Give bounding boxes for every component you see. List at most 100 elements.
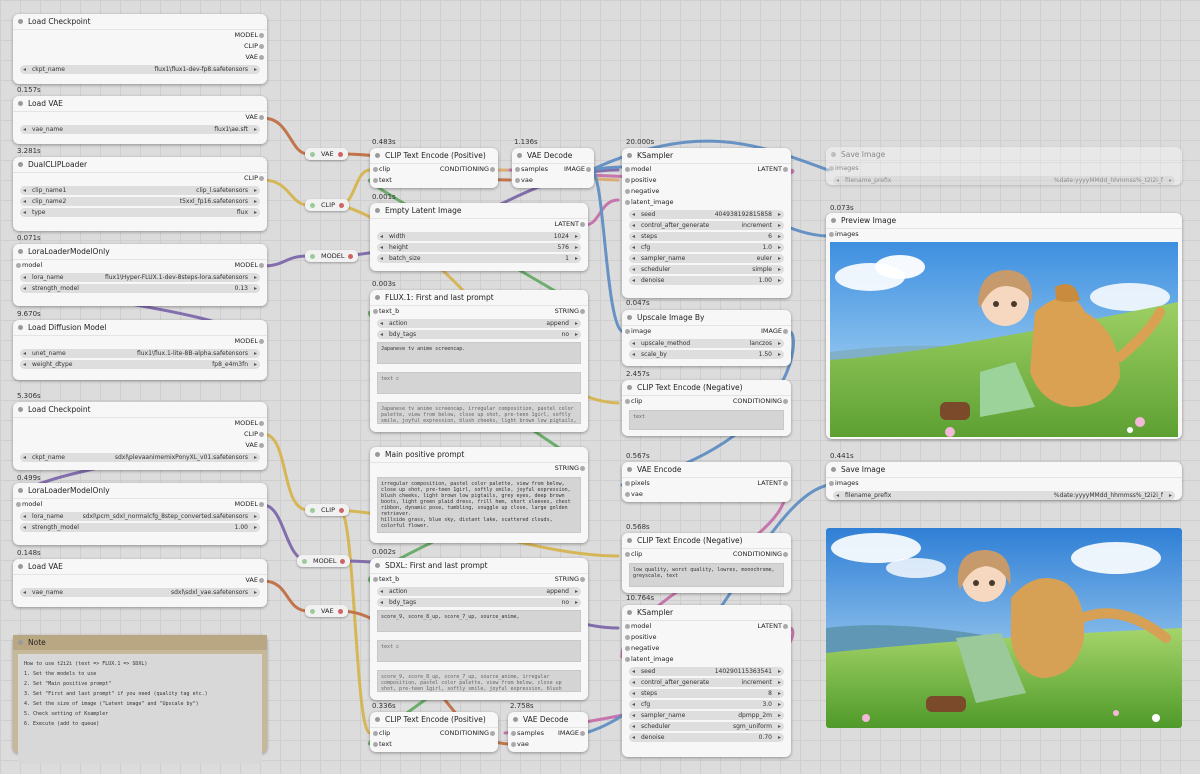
dual-clip-loader-node[interactable]: DualCLIPLoader CLIP clip_name1 clip_l.saf… xyxy=(13,157,267,231)
ksampler-flux-node[interactable]: KSampler model LATENT positive negative l… xyxy=(622,148,791,298)
node-title[interactable]: KSampler xyxy=(622,148,791,164)
input-text-b[interactable]: text_b xyxy=(372,306,399,317)
ksampler-sdxl-node[interactable]: KSampler model LATENT positive negative l… xyxy=(622,605,791,757)
vae-encode-node[interactable]: VAE Encode pixels LATENT vae xyxy=(622,462,791,502)
output-conditioning[interactable]: CONDITIONING xyxy=(733,549,789,560)
node-title[interactable]: Load Checkpoint xyxy=(13,14,267,30)
lora-name-widget[interactable]: lora_name sdxl\pcm_sdxl_normalcfg_8step_c… xyxy=(20,512,260,521)
cfg-widget[interactable]: cfg 3.0 xyxy=(629,700,784,709)
sdxl-first-last-prompt-node[interactable]: SDXL: First and last prompt text_b STRING… xyxy=(370,558,588,700)
output-image[interactable]: IMAGE xyxy=(564,164,592,175)
output-image[interactable]: IMAGE xyxy=(558,728,586,739)
last-prompt-textarea[interactable]: text c xyxy=(377,640,581,662)
input-image[interactable]: image xyxy=(624,326,651,337)
node-title[interactable]: Preview Image xyxy=(826,213,1182,229)
input-clip[interactable]: clip xyxy=(372,728,390,739)
input-images[interactable]: images xyxy=(829,163,859,174)
ckpt-name-widget[interactable]: ckpt_name flux1\flux1-dev-fp8.safetensors xyxy=(20,65,260,74)
vae-name-widget[interactable]: vae_name flux1\ae.sft xyxy=(20,125,260,134)
note-text[interactable]: How to use t2i2i (text => FLUX.1 => SDXL… xyxy=(18,654,262,764)
input-text[interactable]: text xyxy=(373,739,392,750)
control-after-generate-widget[interactable]: control_after_generate increment xyxy=(629,678,784,687)
input-clip[interactable]: clip xyxy=(372,164,390,175)
cfg-widget[interactable]: cfg 1.0 xyxy=(629,243,784,252)
output-clip[interactable]: CLIP xyxy=(244,41,264,52)
input-text[interactable]: text xyxy=(373,175,392,186)
bdy-tags-widget[interactable]: bdy_tags no xyxy=(377,330,581,339)
result-preview-textarea[interactable]: Japanese tv anime screencap, irregular c… xyxy=(377,402,581,424)
input-vae[interactable]: vae xyxy=(515,175,533,186)
input-images[interactable]: images xyxy=(829,478,859,489)
negative-prompt-textarea[interactable]: text xyxy=(629,410,784,430)
input-clip[interactable]: clip xyxy=(624,396,642,407)
batch-size-widget[interactable]: batch_size 1 xyxy=(377,254,581,263)
load-checkpoint-sdxl-node[interactable]: Load Checkpoint MODEL CLIP VAE ckpt_name… xyxy=(13,402,267,470)
output-vae[interactable]: VAE xyxy=(245,440,264,451)
input-pixels[interactable]: pixels xyxy=(625,478,650,489)
sampler-name-widget[interactable]: sampler_name euler xyxy=(629,254,784,263)
first-prompt-textarea[interactable]: score_9, score_8_up, score_7_up, source_… xyxy=(377,610,581,632)
node-title[interactable]: Load Checkpoint xyxy=(13,402,267,418)
seed-widget[interactable]: seed 140290115363541 xyxy=(629,667,784,676)
output-string[interactable]: STRING xyxy=(555,463,586,474)
input-samples[interactable]: samples xyxy=(514,164,548,175)
filename-prefix-widget[interactable]: filename_prefix %date:yyyyMMdd_hhmmss%_t2… xyxy=(833,176,1175,185)
output-conditioning[interactable]: CONDITIONING xyxy=(440,728,496,739)
scheduler-widget[interactable]: scheduler sgm_uniform xyxy=(629,722,784,731)
vae-decode-sdxl-node[interactable]: VAE Decode samples IMAGE vae xyxy=(508,712,588,752)
clip-text-encode-negative-flux-node[interactable]: CLIP Text Encode (Negative) clip CONDITIO… xyxy=(622,380,791,436)
node-title[interactable]: VAE Encode xyxy=(622,462,791,478)
upscale-image-by-node[interactable]: Upscale Image By image IMAGE upscale_meth… xyxy=(622,310,791,366)
output-vae[interactable]: VAE xyxy=(245,52,264,63)
node-title[interactable]: Load VAE xyxy=(13,559,267,575)
node-title[interactable]: LoraLoaderModelOnly xyxy=(13,244,267,260)
flux-first-last-prompt-node[interactable]: FLUX.1: First and last prompt text_b STRI… xyxy=(370,290,588,432)
input-model[interactable]: model xyxy=(624,164,651,175)
load-vae-flux-node[interactable]: Load VAE VAE vae_name flux1\ae.sft xyxy=(13,96,267,144)
first-prompt-textarea[interactable]: Japanese tv anime screencap. xyxy=(377,342,581,364)
height-widget[interactable]: height 576 xyxy=(377,243,581,252)
input-positive[interactable]: positive xyxy=(625,632,657,643)
control-after-generate-widget[interactable]: control_after_generate increment xyxy=(629,221,784,230)
main-prompt-textarea[interactable]: irregular composition, pastel color pale… xyxy=(377,477,581,533)
load-checkpoint-flux-node[interactable]: Load Checkpoint MODEL CLIP VAE ckpt_name… xyxy=(13,14,267,84)
output-latent[interactable]: LATENT xyxy=(757,164,788,175)
reroute-clip[interactable]: CLIP xyxy=(305,504,349,516)
input-clip[interactable]: clip xyxy=(624,549,642,560)
output-conditioning[interactable]: CONDITIONING xyxy=(733,396,789,407)
node-title[interactable]: CLIP Text Encode (Negative) xyxy=(622,533,791,549)
clip-text-encode-negative-sdxl-node[interactable]: CLIP Text Encode (Negative) clip CONDITIO… xyxy=(622,533,791,593)
reroute-model[interactable]: MODEL xyxy=(297,555,351,567)
output-model[interactable]: MODEL xyxy=(235,30,265,41)
load-vae-sdxl-node[interactable]: Load VAE VAE vae_name sdxl\sdxl_vae.safet… xyxy=(13,559,267,607)
output-model[interactable]: MODEL xyxy=(235,418,265,429)
output-latent[interactable]: LATENT xyxy=(554,219,585,230)
denoise-widget[interactable]: denoise 1.00 xyxy=(629,276,784,285)
input-model[interactable]: model xyxy=(15,260,42,271)
node-title[interactable]: LoraLoaderModelOnly xyxy=(13,483,267,499)
output-model[interactable]: MODEL xyxy=(235,260,265,271)
scheduler-widget[interactable]: scheduler simple xyxy=(629,265,784,274)
output-image[interactable]: IMAGE xyxy=(761,326,789,337)
main-positive-prompt-node[interactable]: Main positive prompt STRING irregular co… xyxy=(370,447,588,543)
type-widget[interactable]: type flux xyxy=(20,208,260,217)
unet-name-widget[interactable]: unet_name flux1\flux.1-lite-8B-alpha.safe… xyxy=(20,349,260,358)
reroute-model[interactable]: MODEL xyxy=(305,250,359,262)
denoise-widget[interactable]: denoise 0.70 xyxy=(629,733,784,742)
input-latent-image[interactable]: latent_image xyxy=(625,197,674,208)
node-title[interactable]: Upscale Image By xyxy=(622,310,791,326)
node-title[interactable]: FLUX.1: First and last prompt xyxy=(370,290,588,306)
strength-widget[interactable]: strength_model 0.13 xyxy=(20,284,260,293)
node-title[interactable]: Note xyxy=(13,635,267,650)
width-widget[interactable]: width 1024 xyxy=(377,232,581,241)
node-title[interactable]: Save Image xyxy=(826,462,1182,478)
output-model[interactable]: MODEL xyxy=(235,336,265,347)
input-positive[interactable]: positive xyxy=(625,175,657,186)
output-string[interactable]: STRING xyxy=(555,574,586,585)
output-clip[interactable]: CLIP xyxy=(244,429,264,440)
node-title[interactable]: KSampler xyxy=(622,605,791,621)
node-title[interactable]: Main positive prompt xyxy=(370,447,588,463)
node-title[interactable]: Load Diffusion Model xyxy=(13,320,267,336)
input-vae[interactable]: vae xyxy=(625,489,643,500)
save-image-flux-node[interactable]: Save Image images filename_prefix %date:y… xyxy=(826,147,1182,185)
